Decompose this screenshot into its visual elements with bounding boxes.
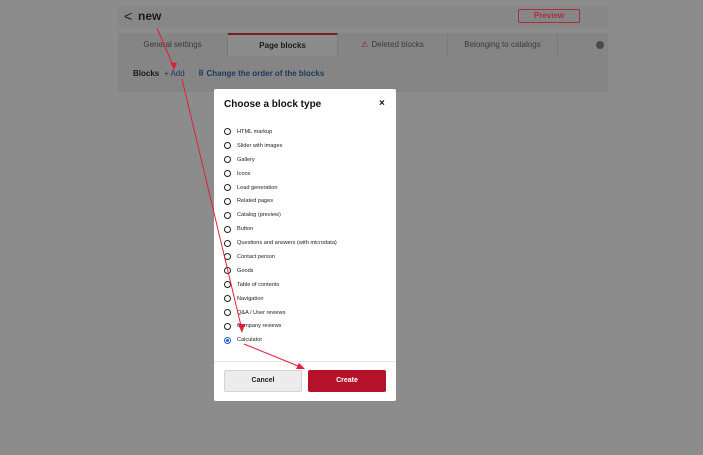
- radio-option[interactable]: Goods: [224, 264, 394, 278]
- tab-label: Deleted blocks: [371, 40, 424, 49]
- close-icon[interactable]: ×: [379, 98, 385, 109]
- tab-label: Belonging to catalogs: [464, 40, 541, 49]
- tab-info[interactable]: [558, 33, 608, 56]
- radio-option[interactable]: Related pages: [224, 194, 394, 208]
- radio-option[interactable]: Company reviews: [224, 319, 394, 333]
- back-chevron-icon[interactable]: <: [124, 8, 136, 24]
- radio-label: Navigation: [237, 295, 264, 302]
- radio-label: Catalog (preview): [237, 212, 281, 219]
- radio-option[interactable]: Icons: [224, 167, 394, 181]
- radio-button[interactable]: [224, 211, 231, 219]
- tab-general-settings[interactable]: General settings: [118, 33, 228, 56]
- radio-label: Icons: [237, 170, 251, 177]
- block-type-options: HTML markup Slider with images Gallery I…: [224, 125, 394, 347]
- tab-deleted-blocks[interactable]: ⚠ Deleted blocks: [338, 33, 448, 56]
- radio-label: HTML markup: [237, 128, 273, 135]
- radio-option[interactable]: Navigation: [224, 292, 394, 306]
- tab-page-blocks[interactable]: Page blocks: [228, 33, 338, 56]
- radio-label: Table of contents: [237, 281, 280, 288]
- warning-icon: ⚠: [361, 40, 369, 49]
- radio-button[interactable]: [224, 184, 231, 191]
- radio-button[interactable]: [224, 239, 231, 247]
- page-background: < new Preview General settings Page bloc…: [0, 0, 703, 455]
- radio-button[interactable]: [224, 322, 231, 330]
- radio-label: Calculator: [237, 337, 263, 344]
- radio-label: Q&A / User reviews: [237, 309, 286, 316]
- page-header: < new Preview: [118, 6, 608, 28]
- radio-option[interactable]: Questions and answers (with microdata): [224, 236, 394, 250]
- radio-option[interactable]: Lead generation: [224, 181, 394, 195]
- radio-label: Company reviews: [237, 323, 282, 330]
- radio-label: Button: [237, 226, 254, 233]
- radio-label: Goods: [237, 267, 254, 274]
- radio-button[interactable]: [224, 253, 231, 261]
- radio-label: Gallery: [237, 156, 255, 163]
- blocks-toolbar: Blocks + Add ⠿ Change the order of the b…: [118, 56, 608, 92]
- tab-label: General settings: [143, 40, 202, 49]
- radio-label: Slider with images: [237, 142, 283, 149]
- radio-button[interactable]: [224, 281, 231, 289]
- radio-option[interactable]: Table of contents: [224, 278, 394, 292]
- tab-belonging-to-catalogs[interactable]: Belonging to catalogs: [448, 33, 558, 56]
- choose-block-type-dialog: Choose a block type × HTML markup Slider…: [214, 89, 396, 401]
- radio-label: Lead generation: [237, 184, 278, 191]
- radio-option-calculator[interactable]: Calculator: [224, 333, 394, 347]
- cancel-button[interactable]: Cancel: [224, 370, 302, 392]
- radio-option[interactable]: Contact person: [224, 250, 394, 264]
- radio-button[interactable]: [224, 295, 231, 303]
- radio-option[interactable]: Gallery: [224, 153, 394, 167]
- info-icon: [596, 40, 604, 49]
- radio-button[interactable]: [224, 128, 231, 136]
- radio-label: Contact person: [237, 253, 275, 260]
- radio-button[interactable]: [224, 156, 231, 164]
- radio-button[interactable]: [224, 267, 231, 275]
- radio-label: Related pages: [237, 198, 274, 205]
- radio-option[interactable]: Q&A / User reviews: [224, 306, 394, 320]
- create-button[interactable]: Create: [308, 370, 386, 392]
- radio-option[interactable]: Button: [224, 222, 394, 236]
- radio-button[interactable]: [224, 142, 231, 150]
- tab-bar: General settings Page blocks ⚠ Deleted bl…: [118, 33, 608, 56]
- change-order-link[interactable]: ⠿ Change the order of the blocks: [198, 69, 324, 78]
- radio-button[interactable]: [224, 225, 231, 233]
- radio-button[interactable]: [224, 170, 231, 178]
- radio-option[interactable]: Catalog (preview): [224, 208, 394, 222]
- dialog-title: Choose a block type: [224, 99, 322, 110]
- preview-button[interactable]: Preview: [518, 9, 580, 23]
- radio-option[interactable]: HTML markup: [224, 125, 394, 139]
- radio-label: Questions and answers (with microdata): [237, 240, 337, 247]
- blocks-label: Blocks: [133, 69, 160, 78]
- page-title: new: [138, 9, 162, 23]
- radio-button[interactable]: [224, 197, 231, 205]
- radio-button[interactable]: [224, 309, 231, 317]
- add-block-link[interactable]: + Add: [164, 69, 185, 78]
- radio-option[interactable]: Slider with images: [224, 139, 394, 153]
- tab-label: Page blocks: [259, 41, 306, 50]
- dialog-footer-divider: [214, 361, 396, 362]
- radio-button-selected[interactable]: [224, 336, 231, 344]
